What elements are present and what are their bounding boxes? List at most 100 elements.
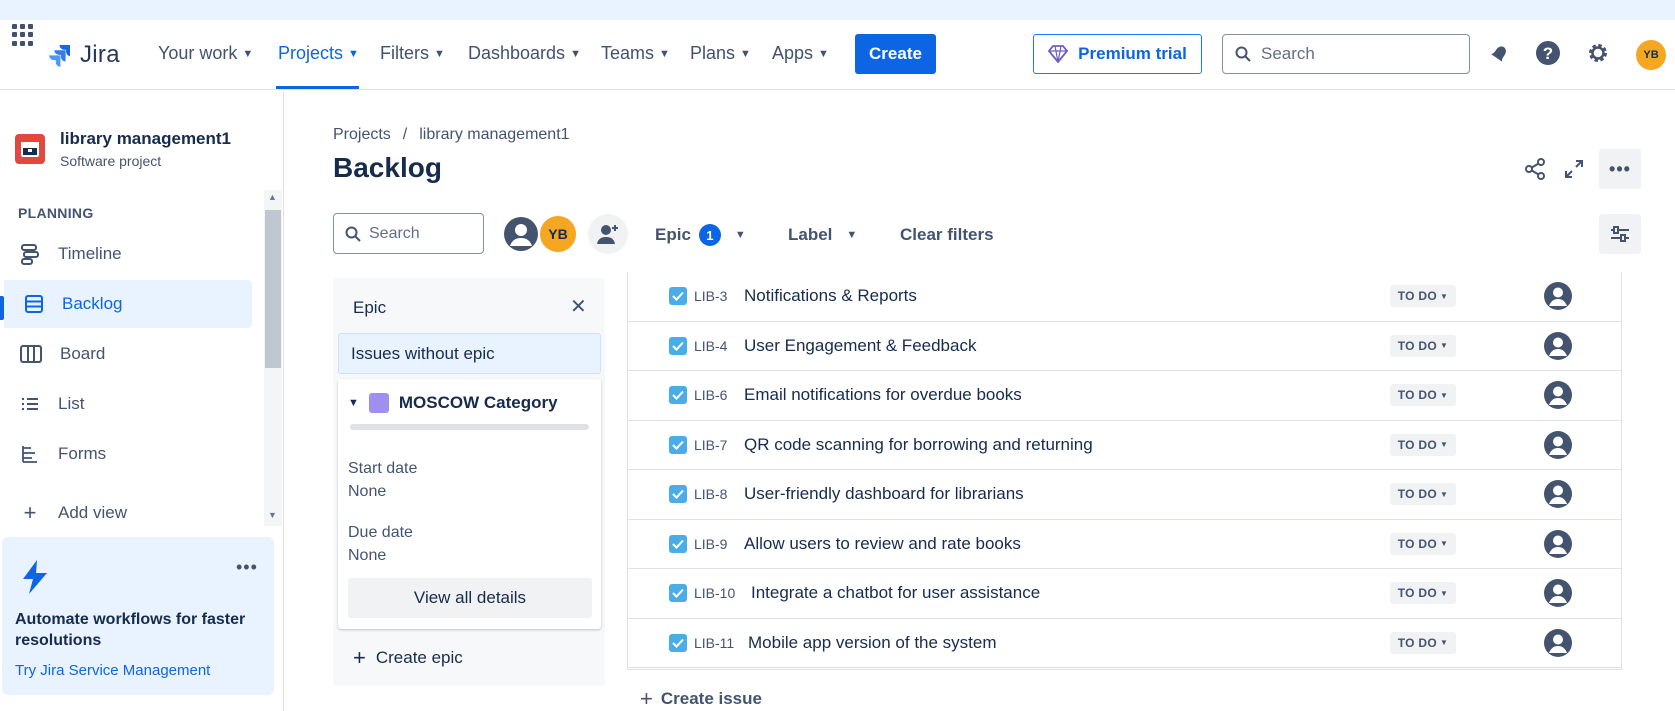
search-icon (1235, 46, 1251, 62)
sidebar-item-list[interactable]: List (0, 380, 252, 428)
settings-gear-icon[interactable] (1585, 40, 1611, 66)
unassigned-avatar-icon[interactable] (1543, 628, 1573, 658)
chevron-down-icon[interactable]: ▼ (348, 397, 359, 409)
issue-summary[interactable]: Mobile app version of the system (748, 633, 997, 653)
sidebar-item-timeline[interactable]: Timeline (0, 230, 252, 278)
nav-dashboards[interactable]: Dashboards ▼ (468, 38, 581, 68)
premium-trial-button[interactable]: Premium trial (1033, 34, 1202, 74)
issue-summary[interactable]: Notifications & Reports (744, 286, 917, 306)
status-dropdown[interactable]: TO DO ▼ (1390, 532, 1456, 555)
nav-apps[interactable]: Apps ▼ (772, 38, 829, 68)
status-dropdown[interactable]: TO DO ▼ (1390, 631, 1456, 654)
scroll-up-arrow-icon[interactable]: ▲ (268, 192, 277, 202)
issues-without-epic-item[interactable]: Issues without epic (338, 333, 601, 374)
jira-logo-text: Jira (80, 41, 120, 68)
unassigned-avatar-filter[interactable] (501, 214, 541, 254)
unassigned-avatar-icon[interactable] (1543, 529, 1573, 559)
issue-row[interactable]: LIB-4 User Engagement & Feedback TO DO ▼ (628, 321, 1621, 371)
epic-filter-dropdown[interactable]: Epic 1 ▼ (655, 220, 746, 250)
breadcrumb-project[interactable]: library management1 (419, 126, 569, 144)
project-icon[interactable] (15, 134, 45, 164)
nav-filters[interactable]: Filters ▼ (380, 38, 445, 68)
nav-teams[interactable]: Teams ▼ (601, 38, 670, 68)
breadcrumb-projects[interactable]: Projects (333, 126, 391, 144)
nav-your-work-label: Your work (158, 42, 238, 63)
issue-key[interactable]: LIB-6 (694, 387, 727, 403)
view-all-details-button[interactable]: View all details (348, 578, 592, 618)
nav-plans[interactable]: Plans ▼ (690, 38, 751, 68)
scroll-down-arrow-icon[interactable]: ▼ (268, 510, 277, 520)
issue-key[interactable]: LIB-9 (694, 536, 727, 552)
issue-row[interactable]: LIB-11 Mobile app version of the system … (628, 618, 1621, 668)
issue-summary[interactable]: Integrate a chatbot for user assistance (751, 583, 1040, 603)
issue-row[interactable]: LIB-10 Integrate a chatbot for user assi… (628, 569, 1621, 619)
backlog-search-input[interactable]: Search (333, 213, 484, 254)
sidebar-scrollbar-thumb[interactable] (265, 210, 281, 368)
chevron-down-icon: ▼ (1440, 489, 1449, 499)
status-dropdown[interactable]: TO DO ▼ (1390, 334, 1456, 357)
issue-row[interactable]: LIB-9 Allow users to review and rate boo… (628, 519, 1621, 569)
help-icon[interactable]: ? (1535, 40, 1561, 66)
more-actions-button[interactable]: ••• (1599, 149, 1641, 189)
status-dropdown[interactable]: TO DO ▼ (1390, 433, 1456, 456)
unassigned-avatar-icon[interactable] (1543, 380, 1573, 410)
status-dropdown[interactable]: TO DO ▼ (1390, 384, 1456, 407)
more-options-icon[interactable]: ••• (236, 557, 258, 578)
user-avatar-filter[interactable]: YB (538, 214, 578, 254)
issue-key[interactable]: LIB-11 (694, 635, 734, 651)
issue-key[interactable]: LIB-3 (694, 288, 727, 304)
add-people-icon[interactable] (588, 214, 628, 254)
global-search-input[interactable]: Search (1222, 34, 1470, 74)
notifications-icon[interactable] (1487, 40, 1513, 66)
issue-summary[interactable]: QR code scanning for borrowing and retur… (744, 435, 1093, 455)
promo-card: ••• Automate workflows for faster resolu… (2, 537, 274, 695)
close-icon[interactable]: ✕ (570, 294, 587, 319)
issue-key[interactable]: LIB-7 (694, 437, 727, 453)
issue-summary[interactable]: Email notifications for overdue books (744, 385, 1022, 405)
app-switcher-icon[interactable] (12, 24, 34, 46)
issue-summary[interactable]: Allow users to review and rate books (744, 534, 1021, 554)
sidebar-item-add-view[interactable]: + Add view (0, 489, 252, 537)
sidebar-item-forms[interactable]: Forms (0, 430, 252, 478)
breadcrumb: Projects / library management1 (333, 126, 570, 144)
issue-row[interactable]: LIB-6 Email notifications for overdue bo… (628, 371, 1621, 421)
epic-header[interactable]: ▼ MOSCOW Category (348, 393, 558, 413)
nav-filters-label: Filters (380, 42, 429, 63)
unassigned-avatar-icon[interactable] (1543, 430, 1573, 460)
project-name[interactable]: library management1 (60, 129, 231, 149)
epic-card[interactable]: ▼ MOSCOW Category Start date None Due da… (338, 379, 601, 629)
issue-key[interactable]: LIB-4 (694, 338, 727, 354)
create-epic-button[interactable]: + Create epic (353, 645, 463, 671)
nav-projects[interactable]: Projects ▼ (278, 38, 359, 68)
unassigned-avatar-icon[interactable] (1543, 578, 1573, 608)
project-type: Software project (60, 153, 162, 169)
view-settings-button[interactable] (1599, 214, 1641, 254)
issue-summary[interactable]: User-friendly dashboard for librarians (744, 484, 1024, 504)
sidebar-item-board[interactable]: Board (0, 330, 252, 378)
issue-row[interactable]: LIB-7 QR code scanning for borrowing and… (628, 420, 1621, 470)
sidebar-item-backlog[interactable]: Backlog (4, 280, 252, 328)
status-dropdown[interactable]: TO DO ▼ (1390, 285, 1456, 308)
create-issue-button[interactable]: + Create issue (640, 686, 762, 711)
issue-summary[interactable]: User Engagement & Feedback (744, 336, 976, 356)
nav-your-work[interactable]: Your work ▼ (158, 38, 253, 68)
create-button[interactable]: Create (855, 34, 936, 74)
share-icon[interactable] (1522, 156, 1548, 182)
status-dropdown[interactable]: TO DO ▼ (1390, 483, 1456, 506)
status-label: TO DO (1397, 437, 1438, 452)
status-dropdown[interactable]: TO DO ▼ (1390, 582, 1456, 605)
fullscreen-expand-icon[interactable] (1561, 156, 1587, 182)
unassigned-avatar-icon[interactable] (1543, 479, 1573, 509)
unassigned-avatar-icon[interactable] (1543, 281, 1573, 311)
user-avatar[interactable]: YB (1636, 40, 1666, 70)
label-filter-dropdown[interactable]: Label ▼ (788, 220, 857, 250)
clear-filters-button[interactable]: Clear filters (900, 220, 994, 250)
jira-logo[interactable]: Jira (48, 41, 120, 68)
sidebar-item-label: Add view (58, 503, 127, 522)
issue-key[interactable]: LIB-10 (694, 585, 735, 601)
promo-link[interactable]: Try Jira Service Management (15, 662, 210, 679)
unassigned-avatar-icon[interactable] (1543, 331, 1573, 361)
issue-key[interactable]: LIB-8 (694, 486, 727, 502)
issue-row[interactable]: LIB-8 User-friendly dashboard for librar… (628, 470, 1621, 520)
issue-row[interactable]: LIB-3 Notifications & Reports TO DO ▼ (628, 272, 1621, 322)
